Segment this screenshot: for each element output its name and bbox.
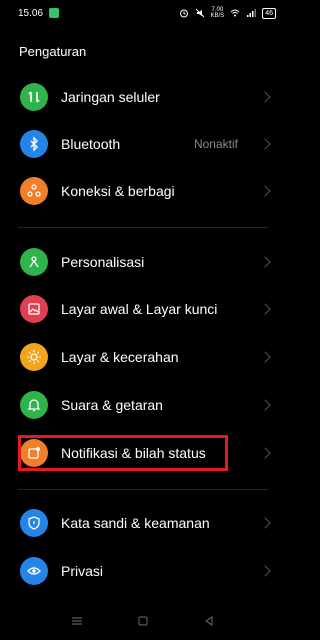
chevron-right-icon — [259, 399, 271, 411]
divider — [18, 227, 268, 228]
item-label: Layar awal & Layar kunci — [61, 301, 218, 317]
settings-item-display-brightness[interactable]: Layar & kecerahan — [0, 334, 286, 380]
settings-item-sound-vibration[interactable]: Suara & getaran — [0, 382, 286, 428]
item-label: Bluetooth — [61, 136, 121, 152]
settings-item-privacy[interactable]: Privasi — [0, 548, 286, 594]
divider — [18, 489, 268, 490]
chevron-right-icon — [259, 565, 271, 577]
item-label: Layar & kecerahan — [61, 349, 179, 365]
item-label: Suara & getaran — [61, 397, 163, 413]
bell-icon — [20, 391, 48, 419]
settings-item-mobile-network[interactable]: Jaringan seluler — [0, 74, 286, 120]
bluetooth-icon — [20, 130, 48, 158]
status-time: 15.06 — [18, 7, 44, 19]
item-label: Jaringan seluler — [61, 89, 160, 105]
privacy-eye-icon — [20, 557, 48, 585]
navigation-bar — [0, 602, 286, 640]
status-left: 15.06 — [18, 7, 60, 19]
settings-item-connection-sharing[interactable]: Koneksi & berbagi — [0, 168, 286, 214]
back-icon[interactable] — [203, 615, 215, 627]
chevron-right-icon — [259, 517, 271, 529]
network-speed: 7.00 KB/S — [211, 7, 225, 19]
brightness-icon — [20, 343, 48, 371]
item-label: Koneksi & berbagi — [61, 183, 175, 199]
chevron-right-icon — [259, 91, 271, 103]
settings-item-password-security[interactable]: Kata sandi & keamanan — [0, 500, 286, 546]
item-label: Personalisasi — [61, 254, 145, 270]
personalize-icon — [20, 248, 48, 276]
alarm-icon — [179, 9, 188, 18]
mobile-network-icon — [20, 83, 48, 111]
item-label: Privasi — [61, 563, 104, 579]
item-label: Kata sandi & keamanan — [61, 515, 210, 531]
settings-item-bluetooth[interactable]: Bluetooth Nonaktif — [0, 121, 286, 167]
bluetooth-status-value: Nonaktif — [193, 137, 238, 151]
settings-item-home-lock-screen[interactable]: Layar awal & Layar kunci — [0, 286, 286, 332]
settings-item-personalization[interactable]: Personalisasi — [0, 239, 286, 285]
menu-icon[interactable] — [71, 615, 83, 627]
mute-icon — [195, 8, 204, 18]
home-icon[interactable] — [137, 615, 149, 627]
page-title: Pengaturan — [19, 44, 87, 59]
chevron-right-icon — [259, 351, 271, 363]
speed-unit: KB/S — [210, 13, 225, 19]
wifi-icon — [230, 9, 240, 17]
shield-icon — [20, 509, 48, 537]
chevron-right-icon — [259, 138, 271, 150]
chevron-right-icon — [259, 256, 271, 268]
battery-icon: 46 — [262, 7, 276, 19]
highlight-box — [18, 435, 228, 471]
app-notification-icon — [49, 8, 60, 18]
status-bar: 15.06 7.00 KB/S 46 — [0, 0, 286, 26]
status-right: 7.00 KB/S 46 — [179, 7, 276, 19]
chevron-right-icon — [259, 447, 271, 459]
image-icon — [20, 295, 48, 323]
chevron-right-icon — [259, 303, 271, 315]
share-icon — [20, 177, 48, 205]
chevron-right-icon — [259, 185, 271, 197]
signal-icon — [247, 9, 257, 17]
